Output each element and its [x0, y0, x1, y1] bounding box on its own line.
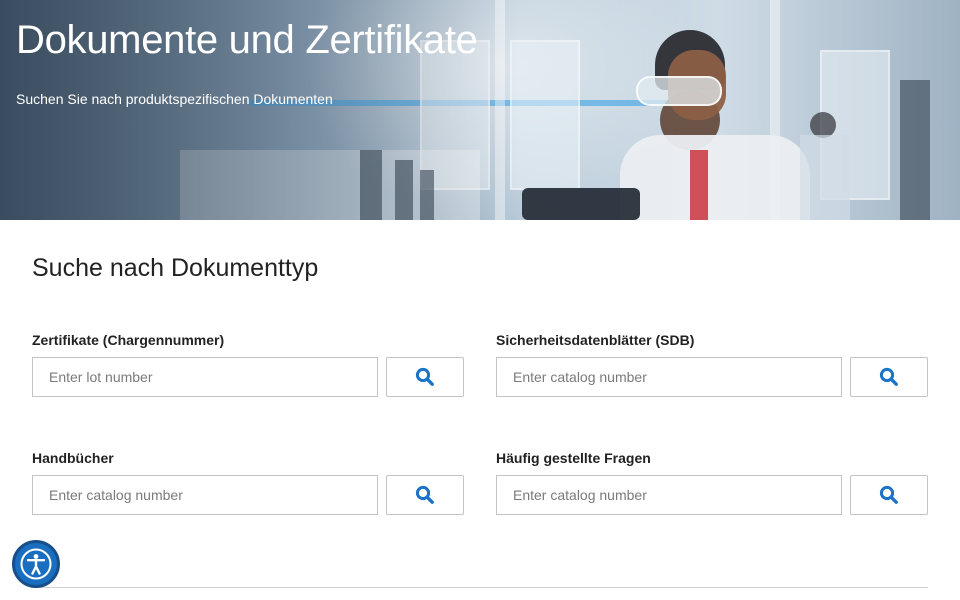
sds-catalog-number-input[interactable] — [496, 357, 842, 397]
search-icon — [879, 485, 898, 504]
hero-banner: Dokumente und Zertifikate Suchen Sie nac… — [0, 0, 960, 220]
page-subtitle: Suchen Sie nach produktspezifischen Doku… — [16, 91, 333, 107]
faq-search-button[interactable] — [850, 475, 928, 515]
accessibility-icon — [20, 548, 52, 580]
accessibility-button[interactable] — [12, 540, 60, 588]
sds-search-button[interactable] — [850, 357, 928, 397]
page-title: Dokumente und Zertifikate — [16, 18, 478, 62]
certificates-label: Zertifikate (Chargennummer) — [32, 332, 225, 348]
section-title: Suche nach Dokumenttyp — [32, 254, 319, 282]
sds-label: Sicherheitsdatenblätter (SDB) — [496, 332, 695, 348]
manuals-search-button[interactable] — [386, 475, 464, 515]
section-divider — [32, 587, 928, 588]
search-icon — [879, 367, 898, 386]
lot-number-input[interactable] — [32, 357, 378, 397]
manuals-label: Handbücher — [32, 450, 114, 466]
faq-catalog-number-input[interactable] — [496, 475, 842, 515]
certificates-search-button[interactable] — [386, 357, 464, 397]
search-icon — [415, 367, 434, 386]
search-icon — [415, 485, 434, 504]
manuals-catalog-number-input[interactable] — [32, 475, 378, 515]
faq-label: Häufig gestellte Fragen — [496, 450, 651, 466]
